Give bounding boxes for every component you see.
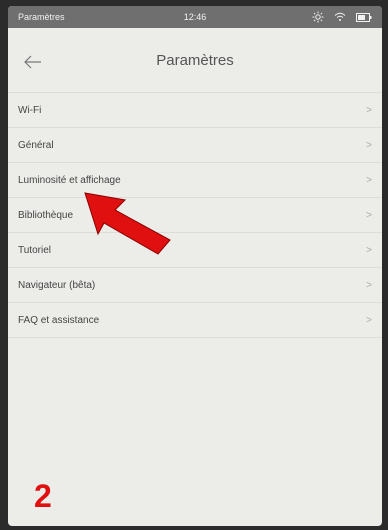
e-reader-screen: Paramètres 12:46 Paramètres Wi-Fi > Géné… bbox=[8, 6, 382, 526]
settings-menu: Wi-Fi > Général > Luminosité et affichag… bbox=[8, 93, 382, 338]
menu-item-bibliotheque[interactable]: Bibliothèque > bbox=[8, 198, 382, 233]
chevron-right-icon: > bbox=[366, 174, 372, 186]
menu-item-label: FAQ et assistance bbox=[18, 314, 100, 326]
menu-item-label: Navigateur (bêta) bbox=[18, 279, 96, 291]
menu-item-navigateur[interactable]: Navigateur (bêta) > bbox=[8, 268, 382, 303]
chevron-right-icon: > bbox=[366, 139, 372, 151]
menu-item-label: Général bbox=[18, 139, 54, 151]
brightness-icon[interactable] bbox=[312, 11, 324, 23]
back-button[interactable] bbox=[20, 50, 46, 74]
battery-icon[interactable] bbox=[356, 12, 372, 22]
menu-item-wifi[interactable]: Wi-Fi > bbox=[8, 93, 382, 128]
settings-header: Paramètres bbox=[8, 28, 382, 93]
menu-item-label: Bibliothèque bbox=[18, 209, 74, 221]
chevron-right-icon: > bbox=[366, 104, 372, 116]
menu-item-label: Tutoriel bbox=[18, 244, 51, 256]
menu-item-tutoriel[interactable]: Tutoriel > bbox=[8, 233, 382, 268]
chevron-right-icon: > bbox=[366, 209, 372, 221]
chevron-right-icon: > bbox=[366, 244, 372, 256]
red-pointer-arrow-icon bbox=[84, 192, 171, 255]
status-bar: Paramètres 12:46 bbox=[8, 6, 382, 28]
chevron-right-icon: > bbox=[366, 314, 372, 326]
menu-item-label: Wi-Fi bbox=[18, 104, 42, 116]
menu-item-label: Luminosité et affichage bbox=[18, 174, 121, 186]
menu-item-general[interactable]: Général > bbox=[8, 128, 382, 163]
status-title: Paramètres bbox=[18, 12, 65, 22]
status-icons bbox=[312, 11, 372, 23]
step-number: 2 bbox=[34, 478, 52, 514]
menu-item-luminosite[interactable]: Luminosité et affichage > bbox=[8, 163, 382, 198]
wifi-icon[interactable] bbox=[334, 12, 346, 22]
menu-item-faq[interactable]: FAQ et assistance > bbox=[8, 303, 382, 338]
chevron-right-icon: > bbox=[366, 279, 372, 291]
page-title: Paramètres bbox=[156, 51, 234, 69]
arrow-left-icon bbox=[24, 55, 41, 69]
